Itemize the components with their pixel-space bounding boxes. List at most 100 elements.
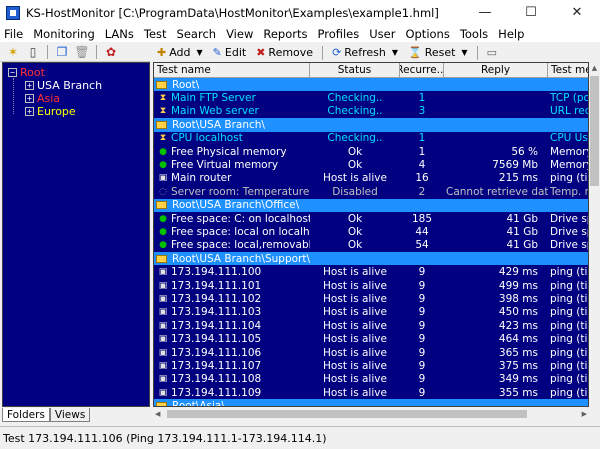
table-row[interactable]: ▣ 173.194.111.102 Host is alive 9 398 ms ping… <box>154 292 588 305</box>
table-row[interactable]: ▣ 173.194.111.105 Host is alive 9 464 ms ping… <box>154 332 588 346</box>
table-row[interactable]: ⧗ Main Web server Checking.. 3 URL rec <box>154 105 588 118</box>
folder-row[interactable]: Root\ <box>154 78 588 92</box>
menu-monitoring[interactable]: Monitoring <box>28 27 100 41</box>
status-cell: Host is alive <box>323 266 387 279</box>
extra-tool-button[interactable]: ▭ <box>483 44 501 61</box>
tree-item-label: Root <box>20 66 45 79</box>
add-label: Add <box>169 46 191 59</box>
menu-user[interactable]: User <box>364 27 400 41</box>
copy-folder-icon[interactable]: ❐ <box>53 44 71 61</box>
chevron-down-icon[interactable]: ▼ <box>461 48 467 57</box>
recurrences-cell: 4 <box>418 159 426 172</box>
menu-profiles[interactable]: Profiles <box>312 27 364 41</box>
chevron-down-icon[interactable]: ▼ <box>197 48 203 57</box>
host-alive-icon: ▣ <box>158 374 168 385</box>
table-row[interactable]: ● Free space: local on localhost Ok 44 41 Gb… <box>154 225 588 238</box>
recurrences-cell: 9 <box>418 292 426 305</box>
collapse-icon[interactable]: − <box>8 68 17 77</box>
table-row[interactable]: ▣ 173.194.111.108 Host is alive 9 349 ms ping… <box>154 373 588 386</box>
vertical-scrollbar[interactable]: ▲ <box>589 62 600 407</box>
tree-item-label: Asia <box>37 92 61 105</box>
column-header-recurrences[interactable]: Recurre... <box>400 63 444 78</box>
menu-help[interactable]: Help <box>493 27 529 41</box>
table-row[interactable]: ◌ Server room: Temperature Disabled 2 Cannot… <box>154 185 588 198</box>
table-row[interactable]: ▣ 173.194.111.100 Host is alive 9 429 ms ping… <box>154 265 588 279</box>
reset-button[interactable]: ⌛ Reset ▼ <box>404 44 472 61</box>
table-row[interactable]: ● Free Physical memory Ok 1 56 % Memory <box>154 145 588 158</box>
test-method-cell: ping (tim <box>550 333 588 346</box>
table-row[interactable]: ⧗ Main FTP Server Checking.. 1 TCP (po <box>154 91 588 105</box>
table-row[interactable]: ▣ Main router Host is alive 16 215 ms ping (t… <box>154 172 588 185</box>
scroll-up-icon[interactable]: ▲ <box>589 62 600 74</box>
menu-reports[interactable]: Reports <box>258 27 312 41</box>
folder-row[interactable]: Root\USA Branch\ <box>154 118 588 132</box>
table-row[interactable]: ▣ 173.194.111.107 Host is alive 9 375 ms ping… <box>154 359 588 372</box>
table-row[interactable]: ▣ 173.194.111.101 Host is alive 9 499 ms ping… <box>154 279 588 292</box>
table-row[interactable]: ▣ 173.194.111.103 Host is alive 9 450 ms ping… <box>154 306 588 319</box>
color-palette-icon[interactable]: ✿ <box>102 44 120 61</box>
menu-search[interactable]: Search <box>172 27 222 41</box>
scroll-thumb[interactable] <box>167 410 527 418</box>
edit-button[interactable]: ✎ Edit <box>209 44 251 61</box>
menu-view[interactable]: View <box>221 27 258 41</box>
horizontal-scrollbar[interactable]: ◀ ▶ <box>153 408 589 420</box>
remove-button[interactable]: ✖ Remove <box>252 44 317 61</box>
table-row[interactable]: ⧗ CPU localhost Checking.. 1 CPU Us <box>154 132 588 145</box>
table-row[interactable]: ● Free space: C: on localhost Ok 185 41 Gb Dr… <box>154 212 588 225</box>
menu-file[interactable]: File <box>0 27 28 41</box>
scroll-right-icon[interactable]: ▶ <box>582 408 587 420</box>
column-header-reply[interactable]: Reply <box>444 63 548 78</box>
menu-options[interactable]: Options <box>400 27 454 41</box>
refresh-button[interactable]: ⟳ Refresh ▼ <box>328 44 402 61</box>
menu-tools[interactable]: Tools <box>455 27 493 41</box>
new-folder-icon[interactable]: ✶ <box>4 44 22 61</box>
tab-views[interactable]: Views <box>49 408 91 422</box>
test-name: 173.194.111.100 <box>171 266 262 279</box>
host-alive-icon: ▣ <box>158 280 168 291</box>
tree-item-europe[interactable]: + Europe <box>25 105 76 118</box>
delete-icon[interactable]: 🗑 <box>73 44 91 61</box>
test-method-cell: Drive sp <box>550 225 588 238</box>
status-cell: Ok <box>347 159 363 172</box>
new-document-icon[interactable]: ▯ <box>24 44 42 61</box>
tree-item-usa-branch[interactable]: + USA Branch <box>25 79 102 92</box>
scroll-thumb[interactable] <box>590 76 599 186</box>
reply-cell: 41 Gb <box>506 212 539 225</box>
scroll-left-icon[interactable]: ◀ <box>155 408 160 420</box>
test-name-cell: ▣ 173.194.111.103 <box>154 306 310 318</box>
table-row[interactable]: ▣ 173.194.111.104 Host is alive 9 423 ms ping… <box>154 319 588 332</box>
test-name: CPU localhost <box>171 132 243 145</box>
folder-toolbar: ✶ ▯ ❐ 🗑 ✿ <box>0 43 150 62</box>
menu-lans[interactable]: LANs <box>100 27 139 41</box>
expand-icon[interactable]: + <box>25 81 34 90</box>
status-cell: Host is alive <box>323 346 387 359</box>
folder-row[interactable]: Root\USA Branch\Office\ <box>154 198 588 212</box>
expand-icon[interactable]: + <box>25 94 34 103</box>
table-row[interactable]: ● Free space: local,removable on loc... Ok… <box>154 239 588 252</box>
table-row[interactable]: ▣ 173.194.111.109 Host is alive 9 355 ms ping… <box>154 386 588 399</box>
test-name: Main FTP Server <box>171 92 256 105</box>
maximize-button[interactable]: ☐ <box>508 0 554 25</box>
tree-item-root[interactable]: − Root <box>8 66 45 79</box>
minimize-button[interactable]: — <box>462 0 508 25</box>
chevron-down-icon[interactable]: ▼ <box>392 48 398 57</box>
folder-tree[interactable]: − Root + USA Branch + Asia + Europe <box>2 62 150 407</box>
table-row[interactable]: ● Free Virtual memory Ok 4 7569 Mb Memory <box>154 158 588 172</box>
add-button[interactable]: ✚ Add ▼ <box>153 44 207 61</box>
folder-row[interactable]: Root\USA Branch\Support\ <box>154 252 588 266</box>
column-header-test-method[interactable]: Test me <box>548 63 588 78</box>
close-button[interactable]: ✕ <box>554 0 600 25</box>
column-header-test-name[interactable]: Test name <box>154 63 310 78</box>
tree-item-asia[interactable]: + Asia <box>25 92 60 105</box>
status-cell: Checking.. <box>327 92 383 105</box>
column-header-status[interactable]: Status <box>310 63 400 78</box>
test-name: Main router <box>171 172 232 185</box>
tab-folders[interactable]: Folders <box>2 408 50 422</box>
table-row[interactable]: ▣ 173.194.111.106 Host is alive 9 365 ms ping… <box>154 346 588 359</box>
test-list[interactable]: Test name Status Recurre... Reply Test m… <box>153 62 589 407</box>
menu-test[interactable]: Test <box>139 27 172 41</box>
edit-icon: ✎ <box>212 46 222 59</box>
expand-icon[interactable]: + <box>25 107 34 116</box>
folder-row[interactable]: Root\Asia\ <box>154 399 588 406</box>
add-icon: ✚ <box>157 46 167 59</box>
